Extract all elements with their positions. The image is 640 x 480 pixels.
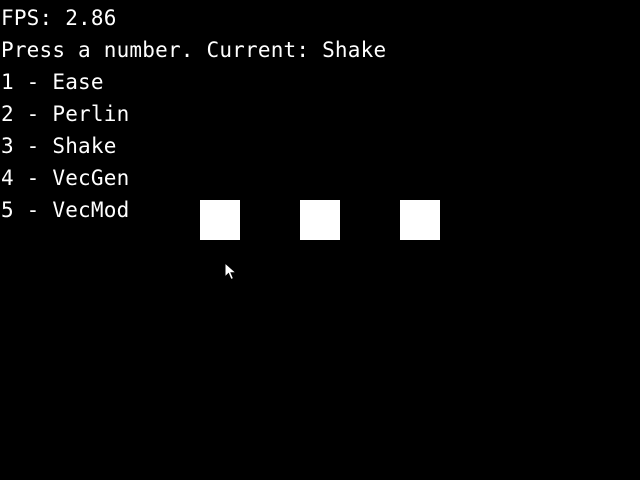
shake-box-3	[400, 200, 440, 240]
fps-counter: FPS: 2.86	[1, 6, 117, 30]
arrow-pointer-icon	[224, 262, 238, 281]
menu-item-ease[interactable]: 1 - Ease	[1, 66, 104, 98]
menu-item-shake[interactable]: 3 - Shake	[1, 130, 117, 162]
menu-item-vecmod[interactable]: 5 - VecMod	[1, 194, 129, 226]
mode-prompt: Press a number. Current: Shake	[1, 38, 387, 62]
game-canvas[interactable]: FPS: 2.86 Press a number. Current: Shake…	[0, 0, 640, 480]
menu-item-vecgen[interactable]: 4 - VecGen	[1, 162, 129, 194]
shake-box-1	[200, 200, 240, 240]
menu-item-perlin[interactable]: 2 - Perlin	[1, 98, 129, 130]
shake-box-2	[300, 200, 340, 240]
